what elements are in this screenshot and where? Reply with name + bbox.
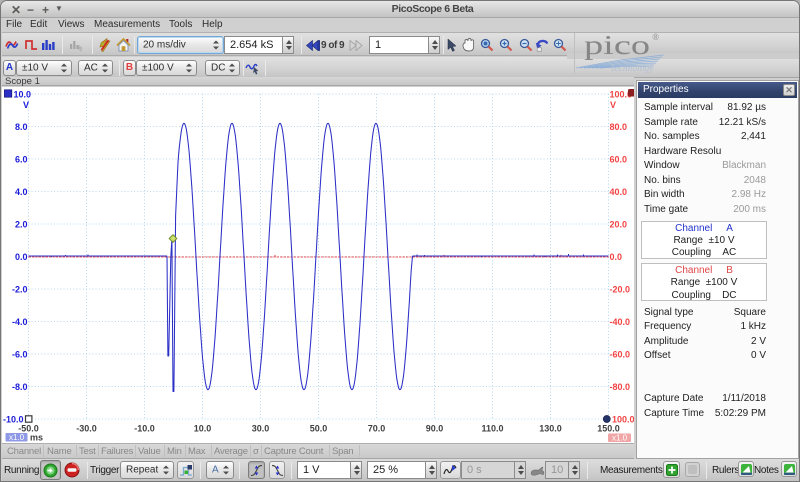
svg-text:70.0: 70.0 (368, 424, 386, 434)
svg-text:V: V (610, 100, 616, 110)
svg-text:-6.0: -6.0 (12, 350, 28, 360)
svg-text:6.0: 6.0 (15, 155, 28, 165)
svg-text:110.0: 110.0 (481, 424, 503, 434)
svg-text:0.0: 0.0 (610, 252, 623, 262)
svg-text:-30.0: -30.0 (76, 424, 97, 434)
svg-text:150.0: 150.0 (597, 424, 620, 434)
svg-text:80.0: 80.0 (610, 122, 628, 132)
svg-text:x1.0: x1.0 (9, 433, 25, 442)
svg-text:8.0: 8.0 (15, 122, 28, 132)
svg-text:130.0: 130.0 (539, 424, 562, 434)
svg-text:60.0: 60.0 (610, 155, 628, 165)
svg-text:40.0: 40.0 (610, 187, 628, 197)
svg-text:10.0: 10.0 (194, 424, 212, 434)
svg-text:-20.0: -20.0 (610, 285, 631, 295)
svg-text:0.0: 0.0 (15, 252, 28, 262)
svg-text:90.0: 90.0 (426, 424, 444, 434)
svg-text:-80.0: -80.0 (610, 382, 631, 392)
svg-text:30.0: 30.0 (252, 424, 270, 434)
svg-text:-4.0: -4.0 (12, 317, 28, 327)
svg-text:V: V (23, 100, 29, 110)
svg-text:4.0: 4.0 (15, 187, 28, 197)
svg-text:-8.0: -8.0 (12, 382, 28, 392)
svg-text:-10.0: -10.0 (134, 424, 155, 434)
svg-text:-2.0: -2.0 (12, 285, 28, 295)
svg-text:20.0: 20.0 (610, 220, 628, 230)
svg-text:-40.0: -40.0 (610, 317, 631, 327)
svg-text:2.0: 2.0 (15, 220, 28, 230)
svg-text:x1.0: x1.0 (612, 434, 628, 443)
svg-text:-60.0: -60.0 (610, 350, 631, 360)
svg-text:50.0: 50.0 (310, 424, 328, 434)
svg-text:ms: ms (30, 433, 43, 443)
svg-text:10.0: 10.0 (14, 90, 32, 100)
